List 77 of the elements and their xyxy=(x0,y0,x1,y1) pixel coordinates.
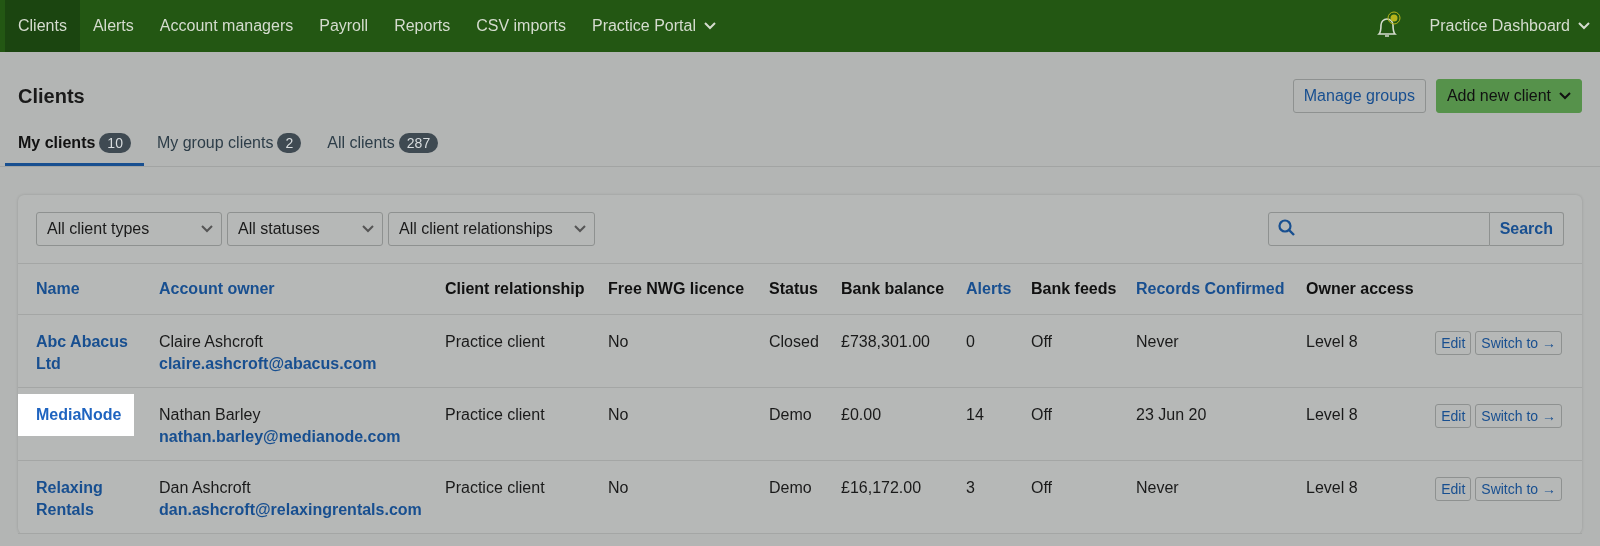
chevron-icon xyxy=(1578,22,1590,30)
owner-name: Dan Ashcroft xyxy=(159,477,252,498)
column-header[interactable]: Name xyxy=(36,279,80,297)
table-cell: Demo xyxy=(769,478,812,496)
edit-button[interactable]: Edit xyxy=(1435,330,1472,355)
table-cell: Off xyxy=(1031,478,1053,496)
tab[interactable]: My clients 10 xyxy=(5,122,144,166)
owner-email-link[interactable]: claire.ashcroft@abacus.com xyxy=(159,352,445,375)
count-badge: 287 xyxy=(398,132,439,153)
switch-button[interactable]: Switch to → xyxy=(1475,330,1562,355)
nav-item[interactable]: Payroll xyxy=(306,0,382,52)
nav-item[interactable]: Clients xyxy=(5,0,80,52)
column-header[interactable]: Alerts xyxy=(966,279,1012,297)
client-name-link[interactable]: Relaxing Rentals xyxy=(36,476,145,521)
table-cell: 23 Jun 20 xyxy=(1136,405,1207,423)
nav-item[interactable]: CSV imports xyxy=(463,0,579,52)
table-cell: Level 8 xyxy=(1306,405,1358,423)
account-menu[interactable]: Practice Dashboard xyxy=(1403,0,1600,52)
edit-button[interactable]: Edit xyxy=(1435,403,1472,428)
column-header: Bank balance xyxy=(841,279,945,297)
chevron-icon xyxy=(362,225,374,233)
column-header: Status xyxy=(769,279,818,297)
nav-item[interactable]: Practice Portal xyxy=(578,0,729,52)
table-cell: Off xyxy=(1031,405,1053,423)
table-cell: Never xyxy=(1136,478,1179,496)
tab[interactable]: All clients 287 xyxy=(314,122,452,166)
table-cell: Demo xyxy=(769,405,812,423)
column-header[interactable]: Account owner xyxy=(159,279,275,297)
column-header: Owner access xyxy=(1306,279,1414,297)
chevron-icon xyxy=(574,225,586,233)
table-cell: No xyxy=(608,332,629,350)
column-header: Client relationship xyxy=(445,279,585,297)
search-field[interactable] xyxy=(1267,212,1490,246)
chevron-icon xyxy=(1559,92,1571,100)
table-cell: Level 8 xyxy=(1306,478,1358,496)
table-cell: Practice client xyxy=(445,405,545,423)
count-badge: 2 xyxy=(277,132,302,153)
owner-name: Claire Ashcroft xyxy=(159,331,265,352)
table-cell: Off xyxy=(1031,332,1053,350)
page-title: Clients xyxy=(18,84,85,108)
add-client-button[interactable]: Add new client xyxy=(1435,79,1582,113)
table-cell: Never xyxy=(1136,332,1179,350)
table-cell: Closed xyxy=(769,332,819,350)
manage-groups-button[interactable]: Manage groups xyxy=(1292,79,1426,113)
search-button[interactable]: Search xyxy=(1489,212,1564,246)
search-icon xyxy=(1277,219,1296,237)
switch-button[interactable]: Switch to → xyxy=(1475,403,1562,428)
table-cell: Practice client xyxy=(445,332,545,350)
table-cell: Practice client xyxy=(445,478,545,496)
column-header: Bank feeds xyxy=(1031,279,1117,297)
table-cell: £16,172.00 xyxy=(841,478,922,496)
table-cell: No xyxy=(608,405,629,423)
nav-item[interactable]: Alerts xyxy=(79,0,147,52)
filter-dropdown[interactable]: All statuses xyxy=(227,212,383,246)
table-cell: 3 xyxy=(966,478,975,496)
owner-email-link[interactable]: nathan.barley@medianode.com xyxy=(159,425,445,448)
owner-email-link[interactable]: dan.ashcroft@relaxingrentals.com xyxy=(159,498,445,521)
nav-item[interactable]: Reports xyxy=(381,0,464,52)
owner-name: Nathan Barley xyxy=(159,404,262,425)
switch-button[interactable]: Switch to → xyxy=(1475,476,1562,501)
column-header[interactable]: Records Confirmed xyxy=(1136,279,1285,297)
edit-button[interactable]: Edit xyxy=(1435,476,1472,501)
client-name-link[interactable]: Abc Abacus Ltd xyxy=(36,330,145,375)
client-name-link[interactable]: MediaNode xyxy=(18,393,135,436)
chevron-icon xyxy=(201,225,213,233)
tab[interactable]: My group clients 2 xyxy=(143,122,315,166)
table-cell: 0 xyxy=(966,332,975,350)
table-cell: Level 8 xyxy=(1306,332,1358,350)
table-cell: £0.00 xyxy=(841,405,882,423)
table-cell: 14 xyxy=(966,405,984,423)
column-header: Free NWG licence xyxy=(608,279,745,297)
table-cell: £738,301.00 xyxy=(841,332,930,350)
table-cell: No xyxy=(608,478,629,496)
filter-dropdown[interactable]: All client types xyxy=(36,212,222,246)
nav-item[interactable]: Account managers xyxy=(146,0,307,52)
filter-dropdown[interactable]: All client relationships xyxy=(388,212,595,246)
count-badge: 10 xyxy=(99,132,131,153)
